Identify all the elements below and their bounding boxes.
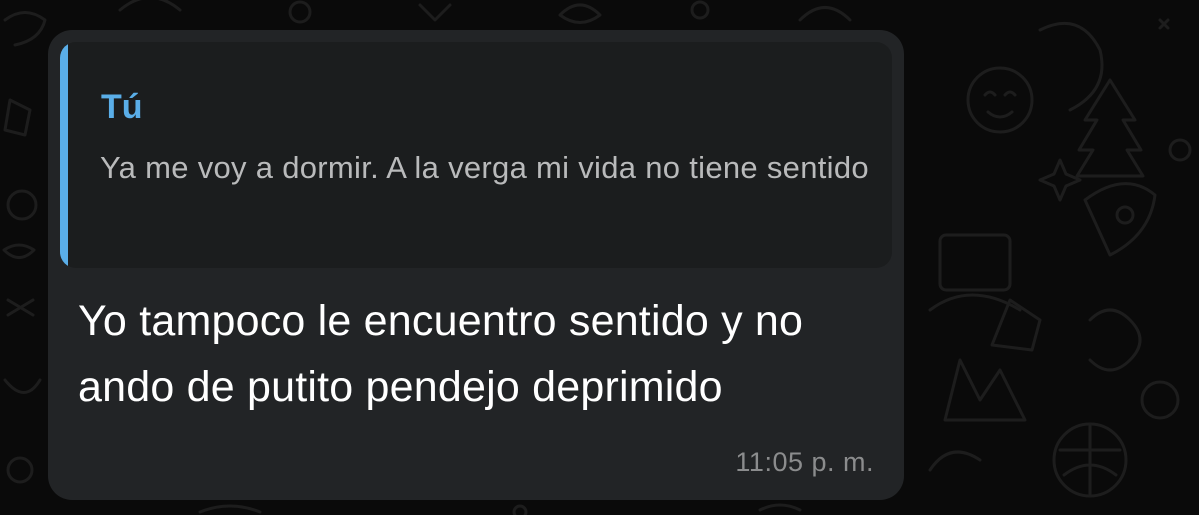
chat-screen: Tú Ya me voy a dormir. A la verga mi vid… (0, 0, 1199, 515)
reply-quote[interactable]: Tú Ya me voy a dormir. A la verga mi vid… (60, 42, 892, 268)
incoming-message-bubble[interactable]: Tú Ya me voy a dormir. A la verga mi vid… (48, 30, 904, 500)
message-timestamp: 11:05 p. m. (735, 447, 874, 477)
message-text: Yo tampoco le encuentro sentido y no and… (78, 297, 804, 411)
reply-quote-text: Ya me voy a dormir. A la verga mi vida n… (100, 150, 869, 185)
reply-quote-accent-bar (60, 42, 68, 268)
reply-quote-author: Tú (101, 88, 143, 126)
